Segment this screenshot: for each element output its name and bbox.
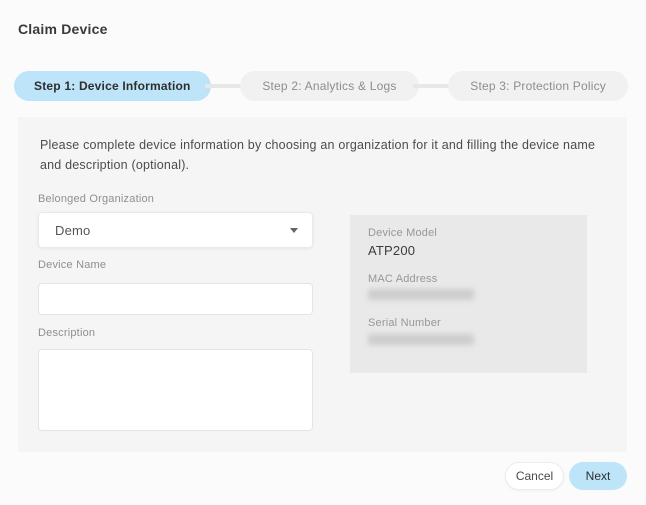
wizard-step-bar: Step 1: Device Information Step 2: Analy…: [14, 71, 628, 101]
step-1-device-information[interactable]: Step 1: Device Information: [14, 71, 211, 101]
cancel-button[interactable]: Cancel: [505, 462, 564, 490]
description-textarea[interactable]: [38, 349, 313, 431]
serial-number-label: Serial Number: [368, 317, 441, 329]
instructions-text: Please complete device information by ch…: [40, 135, 615, 176]
organization-label: Belonged Organization: [38, 193, 154, 205]
organization-selected-value: Demo: [55, 223, 90, 238]
device-information-panel: Please complete device information by ch…: [18, 117, 627, 452]
next-button[interactable]: Next: [569, 462, 627, 490]
chevron-down-icon: [290, 228, 298, 233]
device-model-label: Device Model: [368, 227, 437, 239]
device-name-input[interactable]: [38, 283, 313, 315]
serial-number-redacted-value: [368, 334, 474, 345]
organization-select[interactable]: Demo: [38, 212, 313, 248]
step-3-protection-policy[interactable]: Step 3: Protection Policy: [448, 71, 628, 101]
mac-address-label: MAC Address: [368, 273, 437, 285]
device-model-value: ATP200: [368, 243, 415, 258]
device-summary-panel: Device Model ATP200 MAC Address Serial N…: [350, 215, 587, 373]
claim-device-dialog: Claim Device Step 1: Device Information …: [0, 0, 646, 505]
description-label: Description: [38, 327, 95, 339]
page-title: Claim Device: [18, 21, 108, 37]
device-name-label: Device Name: [38, 259, 106, 271]
mac-address-redacted-value: [368, 289, 474, 300]
step-2-analytics-logs[interactable]: Step 2: Analytics & Logs: [240, 71, 418, 101]
